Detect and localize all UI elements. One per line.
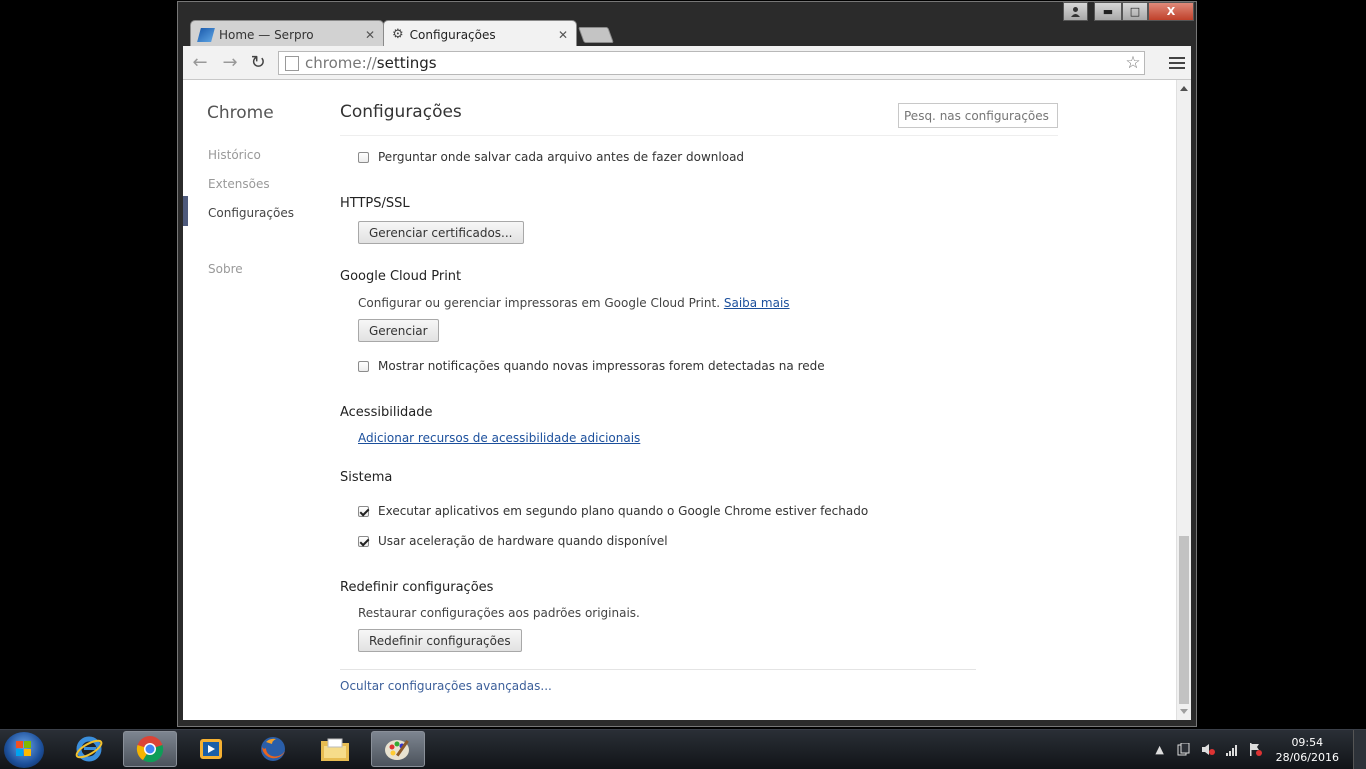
url-host: settings [376,54,437,72]
sidebar-item-configuracoes[interactable]: Configurações [208,206,294,220]
hw-accel-label: Usar aceleração de hardware quando dispo… [378,534,668,548]
printer-notify-checkbox[interactable] [358,360,369,372]
hw-accel-row[interactable]: Usar aceleração de hardware quando dispo… [358,534,668,548]
sidebar-title: Chrome [207,103,274,123]
browser-toolbar: ← → ↻ chrome://settings ☆ [183,46,1191,80]
title-bar: Home — Serpro ✕ ⚙ Configurações ✕ ▬ □ X [178,2,1196,48]
reset-description: Restaurar configurações aos padrões orig… [358,606,640,620]
bookmark-star-icon[interactable]: ☆ [1121,52,1145,74]
download-ask-row[interactable]: Perguntar onde salvar cada arquivo antes… [358,150,744,164]
url-scheme: chrome:// [305,54,377,72]
address-bar[interactable]: chrome://settings ☆ [278,51,1145,75]
clock-time: 09:54 [1291,735,1324,749]
settings-search-input[interactable] [898,103,1058,128]
scroll-up-arrow-icon[interactable] [1180,86,1188,91]
close-window-button[interactable]: X [1148,2,1194,21]
cloud-print-heading: Google Cloud Print [340,269,462,284]
windows-logo-icon [16,741,32,757]
page-scrollbar[interactable] [1176,80,1191,720]
page-title: Configurações [340,102,462,122]
firefox-icon[interactable] [246,731,300,767]
background-apps-row[interactable]: Executar aplicativos em segundo plano qu… [358,504,868,518]
volume-muted-icon[interactable] [1201,743,1215,757]
media-player-icon[interactable] [184,731,238,767]
tab-home-serpro[interactable]: Home — Serpro ✕ [190,20,384,48]
page-icon [285,55,299,71]
sidebar-item-historico[interactable]: Histórico [208,148,261,162]
accessibility-heading: Acessibilidade [340,405,433,420]
windows-taskbar: ▲ 09:54 28/06/2016 [0,729,1366,769]
reset-settings-button[interactable]: Redefinir configurações [358,629,522,652]
reload-icon[interactable]: ↻ [247,52,269,74]
start-button[interactable] [4,732,44,768]
printer-notify-row[interactable]: Mostrar notificações quando novas impres… [358,359,825,373]
header-divider [340,135,1058,136]
maximize-button[interactable]: □ [1122,2,1148,21]
forward-arrow-icon[interactable]: → [219,52,241,74]
close-icon[interactable]: ✕ [365,28,375,42]
chrome-menu-icon[interactable] [1169,54,1185,72]
sidebar-active-marker [183,196,188,226]
bottom-divider [340,669,976,670]
chrome-taskbar-icon[interactable] [123,731,177,767]
back-arrow-icon[interactable]: ← [189,52,211,74]
sidebar-item-sobre[interactable]: Sobre [208,262,243,276]
sidebar-item-extensoes[interactable]: Extensões [208,177,270,191]
paint-icon[interactable] [371,731,425,767]
settings-page: Chrome Histórico Extensões Configurações… [183,80,1176,720]
clock-date: 28/06/2016 [1275,750,1339,764]
cloud-print-description: Configurar ou gerenciar impressoras em G… [358,296,721,310]
manage-cloud-print-button[interactable]: Gerenciar [358,319,439,342]
tab-title: Home — Serpro [219,27,314,42]
scroll-down-arrow-icon[interactable] [1180,709,1188,714]
tab-title: Configurações [409,27,496,42]
background-apps-checkbox[interactable] [358,505,369,517]
hide-advanced-link[interactable]: Ocultar configurações avançadas... [340,679,552,693]
browser-window: Home — Serpro ✕ ⚙ Configurações ✕ ▬ □ X … [177,1,1197,727]
https-heading: HTTPS/SSL [340,196,410,211]
manage-certificates-button[interactable]: Gerenciar certificados... [358,221,524,244]
action-center-flag-icon[interactable] [1249,742,1263,757]
window-controls: ▬ □ X [1063,2,1194,21]
sync-center-icon[interactable] [1177,742,1191,757]
gear-icon: ⚙ [392,27,404,42]
file-explorer-icon[interactable] [308,731,362,767]
system-heading: Sistema [340,470,393,485]
close-icon[interactable]: ✕ [558,28,568,42]
user-icon[interactable] [1063,2,1088,21]
system-tray: ▲ 09:54 28/06/2016 [1148,730,1366,769]
internet-explorer-icon[interactable] [62,731,116,767]
clock[interactable]: 09:54 28/06/2016 [1276,735,1339,765]
printer-notify-label: Mostrar notificações quando novas impres… [378,359,825,373]
tab-configuracoes[interactable]: ⚙ Configurações ✕ [383,20,577,48]
reset-heading: Redefinir configurações [340,580,494,595]
show-hidden-icons-icon[interactable]: ▲ [1153,743,1167,757]
minimize-button[interactable]: ▬ [1094,2,1122,21]
serpro-icon [197,27,215,42]
background-apps-label: Executar aplicativos em segundo plano qu… [378,504,869,518]
network-signal-icon[interactable] [1225,743,1239,757]
download-ask-checkbox[interactable] [358,151,369,163]
accessibility-link[interactable]: Adicionar recursos de acessibilidade adi… [358,431,640,445]
learn-more-link[interactable]: Saiba mais [724,296,790,310]
cloud-print-description-row: Configurar ou gerenciar impressoras em G… [358,296,790,310]
hw-accel-checkbox[interactable] [358,535,369,547]
show-desktop-button[interactable] [1353,730,1366,769]
download-ask-label: Perguntar onde salvar cada arquivo antes… [378,150,745,164]
scrollbar-thumb[interactable] [1179,536,1189,704]
new-tab-button[interactable] [578,27,614,43]
